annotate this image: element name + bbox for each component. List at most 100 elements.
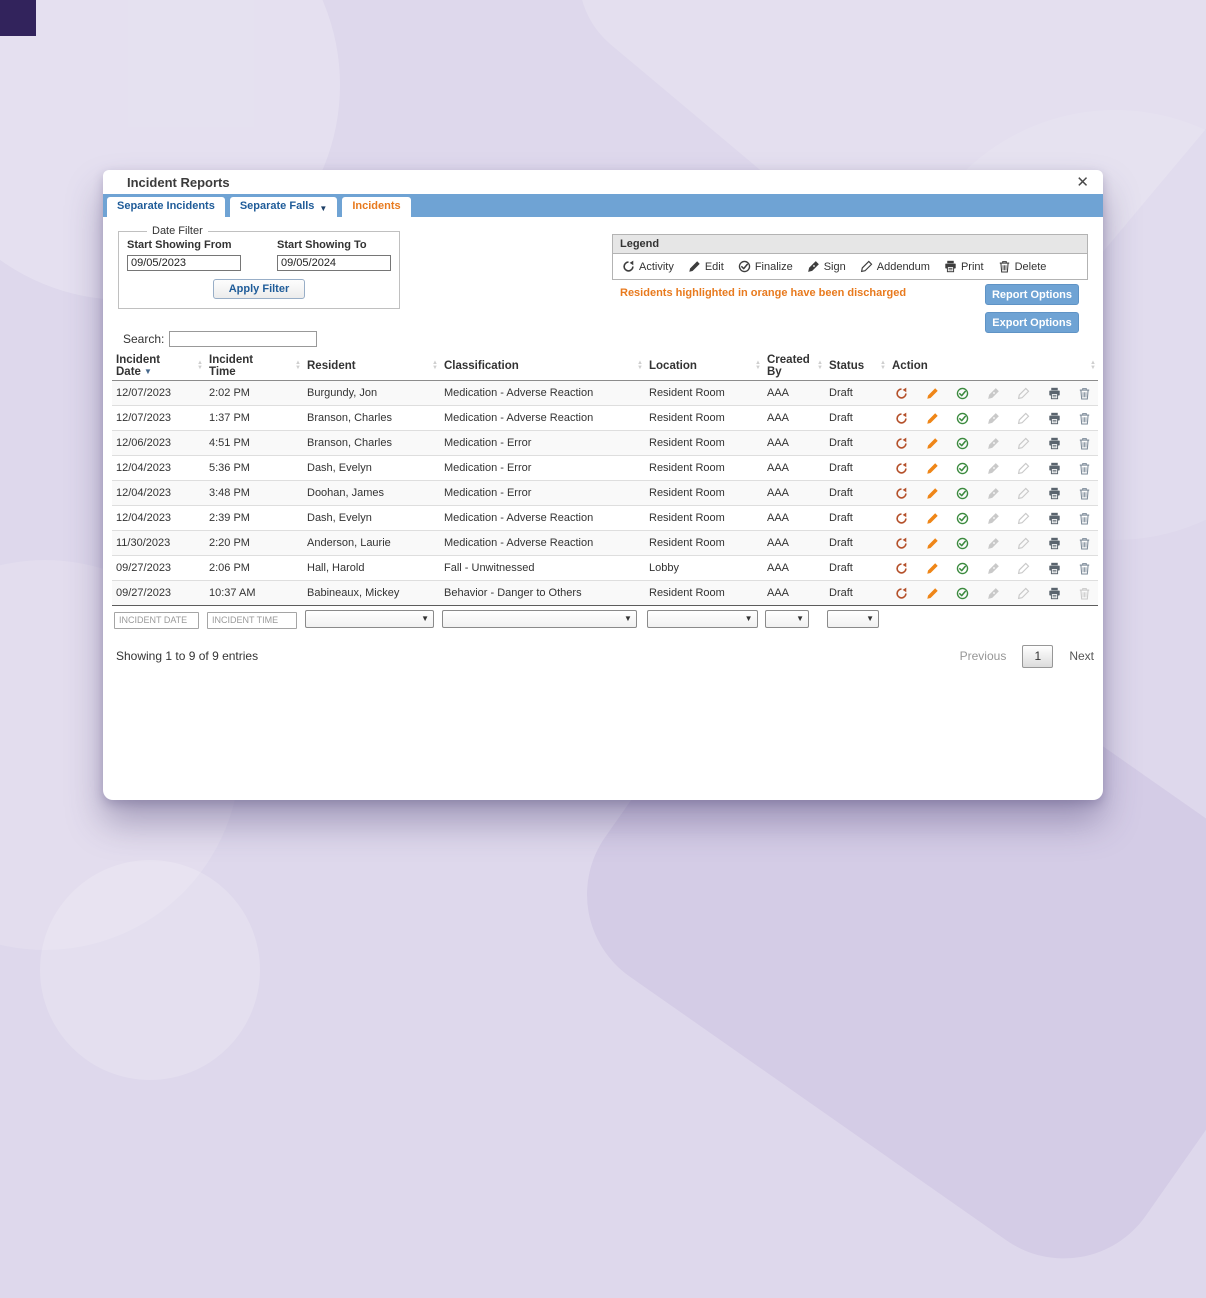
export-options-button[interactable]: Export Options [985, 312, 1079, 333]
legend-item-addendum: Addendum [860, 260, 930, 273]
finalize-icon[interactable] [956, 512, 969, 525]
delete-icon[interactable] [1078, 412, 1091, 425]
start-showing-from-input[interactable] [127, 255, 241, 271]
column-header-action[interactable]: Action [888, 352, 1098, 381]
legend-panel: Legend Activity Edit Finalize Sign Adden… [612, 234, 1088, 280]
edit-icon[interactable] [926, 412, 939, 425]
incident-reports-modal: Incident Reports ✕ Separate Incidents Se… [103, 170, 1103, 800]
finalize-icon[interactable] [956, 562, 969, 575]
delete-icon[interactable] [1078, 537, 1091, 550]
apply-filter-button[interactable]: Apply Filter [213, 279, 306, 299]
finalize-icon[interactable] [956, 587, 969, 600]
column-header-resident[interactable]: Resident [303, 352, 440, 381]
tab-separate-incidents[interactable]: Separate Incidents [107, 197, 225, 217]
cell-incident-date: 12/06/2023 [112, 431, 205, 456]
cell-created-by: AAA [763, 556, 825, 581]
delete-icon[interactable] [1078, 387, 1091, 400]
incident-time-filter-input[interactable] [207, 612, 297, 629]
edit-icon[interactable] [926, 387, 939, 400]
activity-icon[interactable] [895, 562, 908, 575]
edit-icon[interactable] [926, 587, 939, 600]
delete-icon[interactable] [1078, 487, 1091, 500]
location-filter-select[interactable] [648, 614, 757, 630]
status-filter-select[interactable] [828, 614, 878, 630]
column-header-status[interactable]: Status [825, 352, 888, 381]
activity-icon[interactable] [895, 412, 908, 425]
print-icon[interactable] [1048, 412, 1061, 425]
incident-table: Incident Date▼ Incident Time Resident Cl… [112, 352, 1098, 632]
edit-icon[interactable] [926, 487, 939, 500]
edit-icon[interactable] [926, 537, 939, 550]
activity-icon[interactable] [895, 587, 908, 600]
cell-incident-date: 12/04/2023 [112, 506, 205, 531]
legend-title: Legend [613, 235, 1087, 254]
finalize-icon[interactable] [956, 487, 969, 500]
delete-icon[interactable] [1078, 512, 1091, 525]
edit-icon[interactable] [926, 512, 939, 525]
delete-icon [998, 260, 1011, 273]
tab-incidents[interactable]: Incidents [342, 197, 410, 217]
column-header-incident-date[interactable]: Incident Date▼ [112, 352, 205, 381]
report-options-button[interactable]: Report Options [985, 284, 1079, 305]
activity-icon[interactable] [895, 512, 908, 525]
tab-dropdown-caret-icon[interactable]: ▼ [319, 205, 327, 213]
column-header-incident-time[interactable]: Incident Time [205, 352, 303, 381]
activity-icon[interactable] [895, 537, 908, 550]
column-header-classification[interactable]: Classification [440, 352, 645, 381]
next-button[interactable]: Next [1069, 649, 1094, 663]
finalize-icon[interactable] [956, 387, 969, 400]
edit-icon[interactable] [926, 437, 939, 450]
finalize-icon[interactable] [956, 437, 969, 450]
print-icon[interactable] [1048, 512, 1061, 525]
incident-date-filter-input[interactable] [114, 612, 199, 629]
print-icon[interactable] [1048, 387, 1061, 400]
cell-location: Resident Room [645, 531, 763, 556]
print-icon[interactable] [1048, 587, 1061, 600]
search-row: Search: [123, 331, 1096, 347]
activity-icon[interactable] [895, 437, 908, 450]
table-row: 12/04/2023 5:36 PM Dash, Evelyn Medicati… [112, 456, 1098, 481]
sign-icon [987, 462, 1000, 475]
finalize-icon[interactable] [956, 412, 969, 425]
column-header-location[interactable]: Location [645, 352, 763, 381]
print-icon[interactable] [1048, 562, 1061, 575]
print-icon [944, 260, 957, 273]
delete-icon[interactable] [1078, 562, 1091, 575]
legend-item-activity: Activity [622, 260, 674, 273]
table-row: 12/07/2023 1:37 PM Branson, Charles Medi… [112, 406, 1098, 431]
tab-separate-falls[interactable]: Separate Falls ▼ [230, 197, 338, 217]
cell-incident-date: 12/04/2023 [112, 456, 205, 481]
delete-icon[interactable] [1078, 437, 1091, 450]
classification-filter-select[interactable] [443, 614, 636, 630]
column-header-created-by[interactable]: Created By [763, 352, 825, 381]
finalize-icon [738, 260, 751, 273]
search-input[interactable] [169, 331, 317, 347]
print-icon[interactable] [1048, 437, 1061, 450]
table-row: 09/27/2023 10:37 AM Babineaux, Mickey Be… [112, 581, 1098, 606]
edit-icon [688, 260, 701, 273]
cell-action [888, 381, 1098, 406]
finalize-icon[interactable] [956, 537, 969, 550]
activity-icon[interactable] [895, 487, 908, 500]
cell-classification: Medication - Error [440, 481, 645, 506]
print-icon[interactable] [1048, 462, 1061, 475]
finalize-icon[interactable] [956, 462, 969, 475]
print-icon[interactable] [1048, 487, 1061, 500]
delete-icon[interactable] [1078, 462, 1091, 475]
resident-filter-select[interactable] [306, 614, 433, 630]
close-button[interactable]: ✕ [1076, 175, 1089, 190]
sign-icon [987, 562, 1000, 575]
cell-resident: Branson, Charles [303, 431, 440, 456]
activity-icon[interactable] [895, 462, 908, 475]
start-showing-to-input[interactable] [277, 255, 391, 271]
addendum-icon [860, 260, 873, 273]
page-1-button[interactable]: 1 [1022, 645, 1053, 668]
edit-icon[interactable] [926, 562, 939, 575]
cell-classification: Fall - Unwitnessed [440, 556, 645, 581]
sign-icon [987, 412, 1000, 425]
edit-icon[interactable] [926, 462, 939, 475]
activity-icon[interactable] [895, 387, 908, 400]
created-by-filter-select[interactable] [766, 614, 808, 630]
print-icon[interactable] [1048, 537, 1061, 550]
cell-location: Resident Room [645, 381, 763, 406]
